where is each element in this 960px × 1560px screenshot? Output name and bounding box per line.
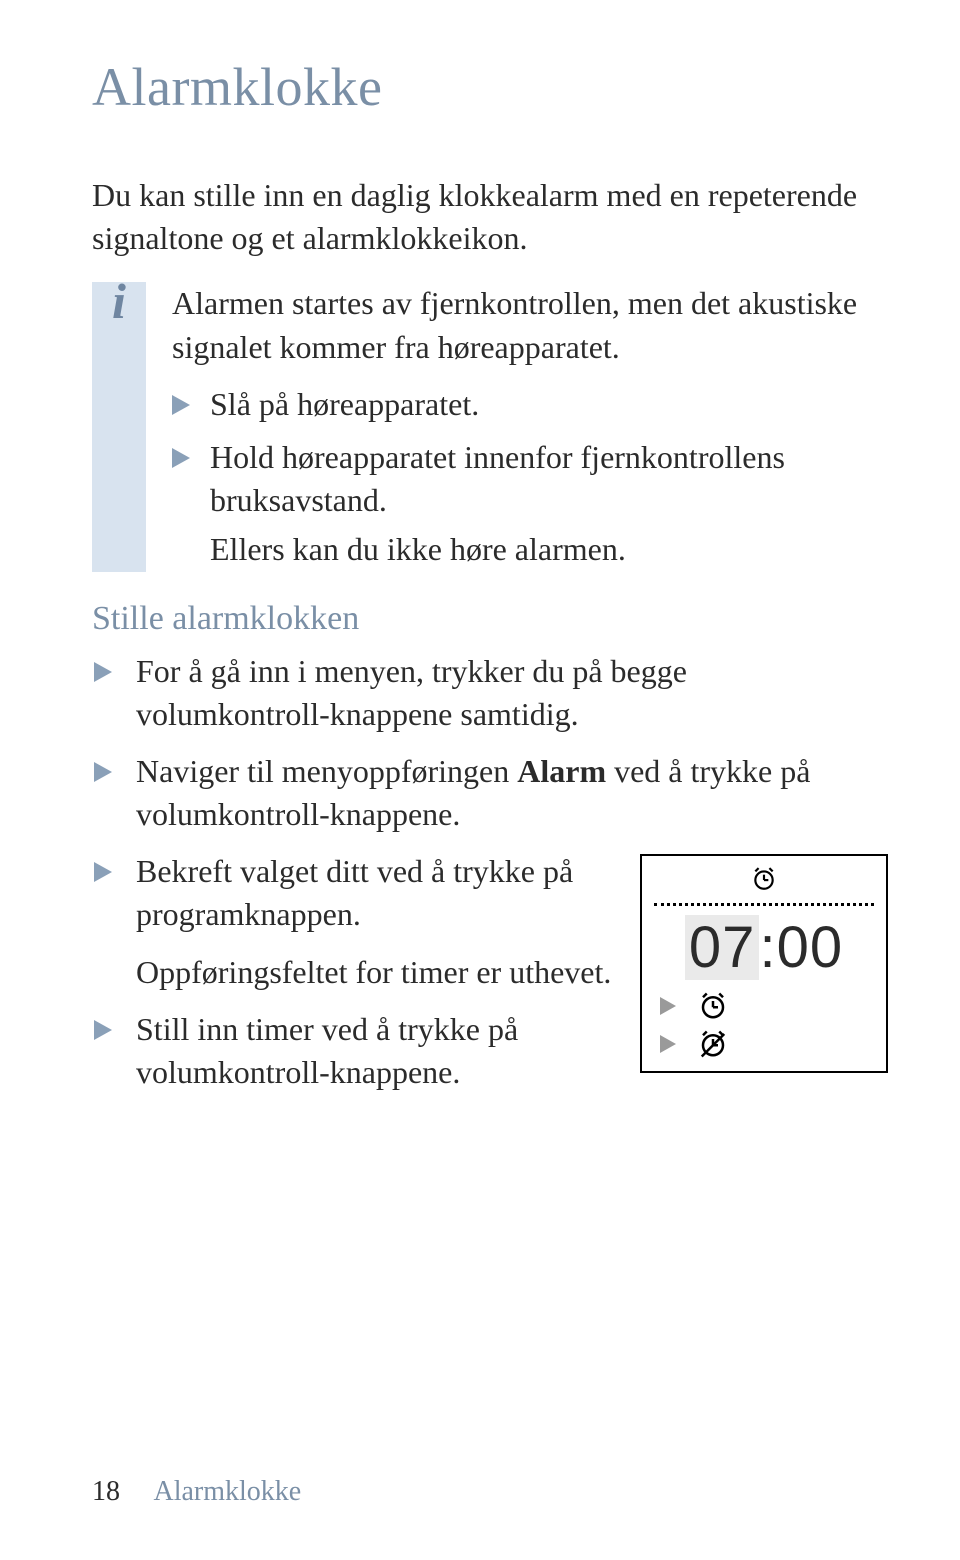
- time-minutes: 00: [777, 915, 844, 980]
- page-footer: 18 Alarmklokke: [92, 1476, 301, 1508]
- selector-arrow: [660, 997, 698, 1015]
- info-icon: i: [92, 276, 146, 326]
- step-keyword: Alarm: [517, 753, 606, 789]
- info-bullet: Hold høreapparatet innenfor fjernkontrol…: [172, 436, 888, 522]
- step-text-pre: Naviger til menyoppføringen: [136, 753, 517, 789]
- steps-list: For å gå inn i menyen, trykker du på beg…: [92, 650, 888, 837]
- step-item: For å gå inn i menyen, trykker du på beg…: [92, 650, 888, 736]
- device-options: [654, 991, 874, 1059]
- page-title: Alarmklokke: [92, 56, 888, 118]
- step-item: Still inn timer ved å trykke på volumkon…: [92, 1008, 616, 1094]
- page-number: 18: [92, 1476, 120, 1507]
- info-bullets: Slå på høreapparatet. Hold høreapparatet…: [172, 383, 888, 523]
- info-sidebar: i: [92, 282, 146, 571]
- steps-list-3: Still inn timer ved å trykke på volumkon…: [92, 1008, 616, 1094]
- device-screen: 07:00: [640, 854, 888, 1073]
- device-header: [654, 866, 874, 897]
- triangle-right-icon: [660, 1035, 676, 1053]
- divider-dotted: [654, 903, 874, 906]
- info-content: Alarmen startes av fjernkontrollen, men …: [172, 282, 888, 571]
- footer-section: Alarmklokke: [153, 1476, 301, 1507]
- steps-list-2: Bekreft valget ditt ved å trykke på prog…: [92, 850, 616, 936]
- info-trail: Ellers kan du ikke høre alarmen.: [172, 528, 888, 571]
- step-note: Oppføringsfeltet for timer er uthevet.: [92, 951, 616, 994]
- alarm-clock-off-icon: [698, 1029, 728, 1059]
- step-with-device: Bekreft valget ditt ved å trykke på prog…: [92, 850, 888, 1108]
- option-alarm-on: [698, 991, 874, 1021]
- info-lead: Alarmen startes av fjernkontrollen, men …: [172, 282, 888, 368]
- info-callout: i Alarmen startes av fjernkontrollen, me…: [92, 282, 888, 571]
- alarm-clock-icon: [698, 991, 728, 1021]
- info-bullet: Slå på høreapparatet.: [172, 383, 888, 426]
- selector-arrow: [660, 1035, 698, 1053]
- triangle-right-icon: [660, 997, 676, 1015]
- subheading: Stille alarmklokken: [92, 600, 888, 638]
- time-hours-highlight: 07: [685, 915, 760, 980]
- device-time: 07:00: [654, 914, 874, 981]
- step-item: Bekreft valget ditt ved å trykke på prog…: [92, 850, 616, 936]
- option-alarm-off: [698, 1029, 874, 1059]
- alarm-clock-icon: [751, 866, 777, 892]
- step-item: Naviger til menyoppføringen Alarm ved å …: [92, 750, 888, 836]
- intro-text: Du kan stille inn en daglig klokkealarm …: [92, 174, 888, 260]
- time-sep: :: [759, 915, 776, 980]
